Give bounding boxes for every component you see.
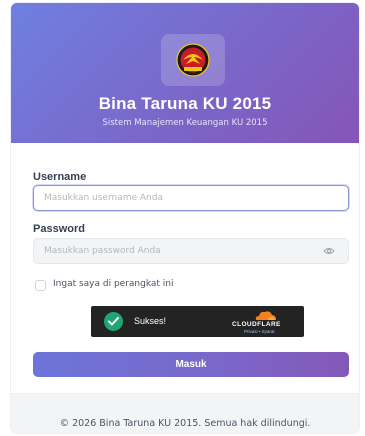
remember-checkbox[interactable] — [35, 280, 46, 291]
captcha-provider: CLOUDFLARE — [232, 321, 281, 328]
username-label: Username — [33, 171, 87, 183]
username-input[interactable] — [33, 185, 349, 211]
logo-tile — [161, 34, 225, 86]
cloudflare-logo-icon — [255, 311, 276, 320]
captcha-links[interactable]: Privasi • Syarat — [244, 329, 275, 334]
club-crest-icon — [176, 43, 210, 77]
password-label: Password — [33, 223, 85, 235]
login-button[interactable]: Masuk — [33, 352, 349, 377]
footer: © 2026 Bina Taruna KU 2015. Semua hak di… — [11, 393, 359, 433]
login-header: Bina Taruna KU 2015 Sistem Manajemen Keu… — [11, 3, 359, 143]
app-title: Bina Taruna KU 2015 — [98, 94, 272, 113]
eye-icon[interactable] — [323, 247, 335, 255]
captcha-widget[interactable]: Sukses! CLOUDFLARE Privasi • Syarat — [91, 306, 304, 337]
login-card: Bina Taruna KU 2015 Sistem Manajemen Keu… — [11, 3, 359, 433]
check-circle-icon — [104, 312, 123, 331]
password-input[interactable] — [33, 238, 349, 264]
copyright-text: © 2026 Bina Taruna KU 2015. Semua hak di… — [59, 418, 311, 429]
app-subtitle: Sistem Manajemen Keuangan KU 2015 — [102, 118, 268, 128]
remember-label: Ingat saya di perangkat ini — [53, 279, 174, 289]
captcha-status: Sukses! — [134, 316, 167, 326]
